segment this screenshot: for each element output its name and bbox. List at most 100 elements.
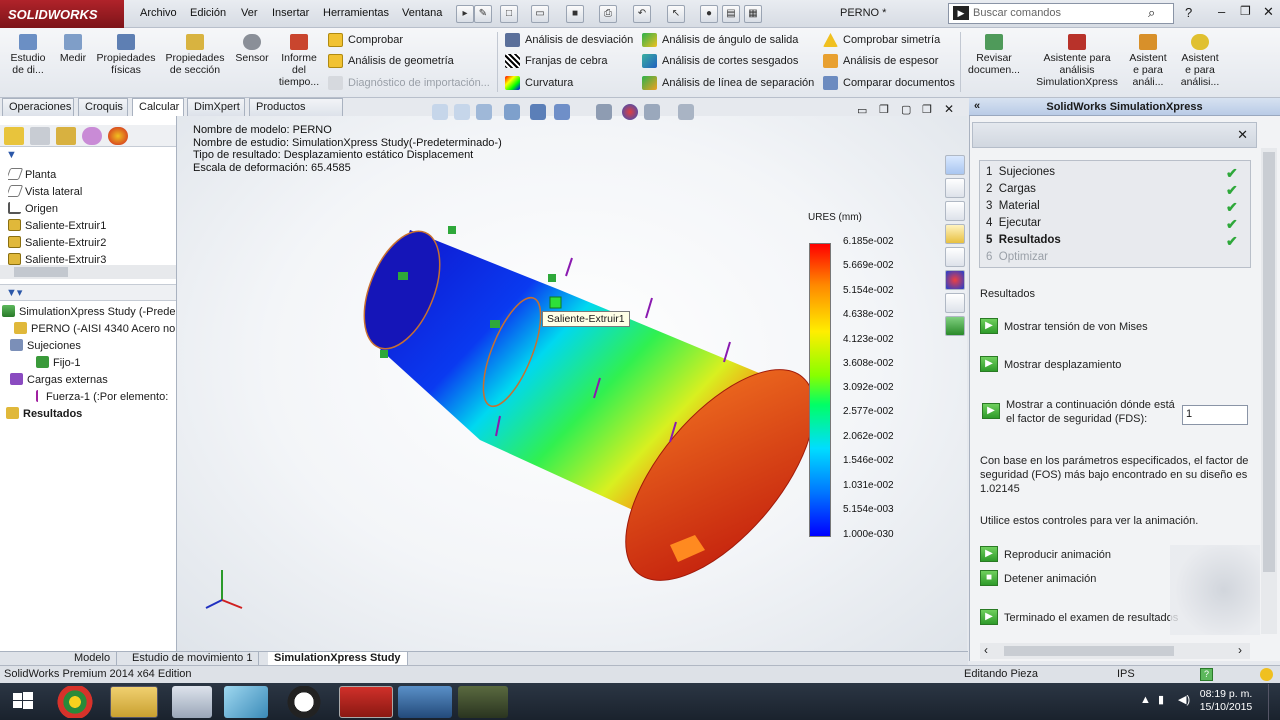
menu-ventana[interactable]: Ventana (402, 7, 442, 19)
design-library-icon[interactable] (945, 201, 965, 221)
feature-tree-icon[interactable] (4, 127, 24, 145)
print-icon[interactable]: ⎙ (599, 5, 617, 23)
simulationxpress-tab-icon[interactable] (945, 316, 965, 336)
viewport-close-icon[interactable]: ✕ (944, 102, 954, 116)
help-status-icon[interactable]: ? (1200, 668, 1213, 681)
tab-productos-office[interactable]: Productos Office (249, 98, 343, 129)
home-icon[interactable] (945, 178, 965, 198)
import-diagnostics-button[interactable]: Diagnóstico de importación... (328, 74, 490, 92)
solidworks-logo[interactable]: SOLIDWORKS (0, 0, 124, 28)
tree-item-sujeciones[interactable]: Sujeciones (2, 338, 176, 355)
viewport-restore-icon[interactable]: ❐ (879, 103, 889, 116)
search-icon[interactable]: ⌕ (1148, 5, 1155, 21)
rebuild-icon[interactable] (1260, 668, 1273, 681)
dimxpert-manager-icon[interactable] (82, 127, 102, 145)
filter-icon[interactable]: ▼▾ (6, 286, 22, 299)
close-icon[interactable]: ✕ (1263, 4, 1274, 20)
view-settings-icon[interactable] (678, 104, 694, 120)
tab-calcular[interactable]: Calcular (132, 98, 184, 116)
step-material[interactable]: 3 Material (986, 198, 1040, 215)
property-manager-icon[interactable] (30, 127, 50, 145)
tree-item-planta[interactable]: Planta (8, 167, 168, 184)
viewport-minimize-icon[interactable]: ▭ (857, 104, 867, 117)
help-icon[interactable]: ? (1185, 5, 1192, 20)
viewport-maximize-icon[interactable]: ▢ (901, 103, 911, 116)
display-manager-icon[interactable] (108, 127, 128, 145)
deviation-analysis-button[interactable]: Análisis de desviación (505, 31, 633, 49)
tree-item-fijo-1[interactable]: Fijo-1 (2, 355, 176, 372)
file-explorer-icon[interactable] (945, 224, 965, 244)
camera-app-icon[interactable] (458, 686, 508, 718)
tree-item-perno-material[interactable]: PERNO (-AISI 4340 Acero no (2, 321, 176, 338)
save-icon[interactable]: ■ (566, 5, 584, 23)
tree-item-origen[interactable]: Origen (8, 201, 168, 218)
bolt-model-3d[interactable] (360, 220, 810, 600)
resources-icon[interactable] (945, 155, 965, 175)
check-button[interactable]: Comprobar (328, 31, 403, 49)
step-ejecutar[interactable]: 4 Ejecutar (986, 215, 1041, 232)
collapse-pane-icon[interactable]: « (974, 100, 980, 112)
scroll-right-icon[interactable]: › (1238, 643, 1242, 657)
menu-archivo[interactable]: Archivo (140, 7, 177, 19)
scroll-thumb[interactable] (1004, 646, 1174, 656)
appearances-icon[interactable] (945, 270, 965, 290)
section-view-icon[interactable] (504, 104, 520, 120)
new-document-icon[interactable]: □ (500, 5, 518, 23)
tree-item-simulation-study[interactable]: SimulationXpress Study (-Prede (2, 304, 176, 321)
tab-dimxpert[interactable]: DimXpert (187, 98, 245, 116)
tree-item-resultados[interactable]: Resultados (2, 406, 176, 423)
show-desktop-button[interactable] (1268, 684, 1280, 720)
step-sujeciones[interactable]: 1 Sujeciones (986, 164, 1055, 181)
tree-item-vista-lateral[interactable]: Vista lateral (8, 184, 168, 201)
step-resultados[interactable]: 5 Resultados (986, 232, 1061, 249)
thickness-analysis-button[interactable]: Análisis de espesor (823, 52, 938, 70)
system-clock[interactable]: 08:19 p. m. 15/10/2015 (1196, 688, 1256, 714)
view-orientation-icon[interactable] (530, 104, 546, 120)
floxpress-wizard-button[interactable]: Asistent e para análi... (1126, 34, 1170, 88)
pin-icon[interactable]: ▸ (456, 5, 474, 23)
simulationxpress-wizard-button[interactable]: Asistente para análisis SimulationXpress (1033, 34, 1121, 88)
scroll-thumb[interactable] (14, 267, 68, 277)
sx-horizontal-scrollbar[interactable]: ‹ › (980, 643, 1250, 659)
screen-recorder-icon[interactable] (398, 686, 452, 718)
measure-button[interactable]: Medir (57, 34, 89, 64)
file-props-icon[interactable]: ▦ (744, 5, 762, 23)
tree-horizontal-scrollbar[interactable] (0, 265, 176, 279)
windows-start-icon[interactable] (0, 686, 46, 716)
open-folder-icon[interactable]: ▭ (531, 5, 549, 23)
notes-icon[interactable] (224, 686, 268, 718)
configuration-manager-icon[interactable] (56, 127, 76, 145)
pushpin-icon[interactable]: ✎ (474, 5, 492, 23)
design-checker-button[interactable]: Revisar documen... (965, 34, 1023, 76)
hide-show-icon[interactable] (596, 104, 612, 120)
dfmxpress-wizard-button[interactable]: Asistent e para análisi... (1178, 34, 1222, 88)
parting-line-analysis-button[interactable]: Análisis de línea de separación (642, 74, 814, 92)
select-arrow-icon[interactable]: ↖ (667, 5, 685, 23)
menu-edicion[interactable]: Edición (190, 7, 226, 19)
section-properties-button[interactable]: Propiedades de sección (163, 34, 227, 76)
fos-input[interactable]: 1 (1182, 405, 1248, 425)
tree-item-fuerza-1[interactable]: Fuerza-1 (:Por elemento: (2, 389, 176, 406)
tree-item-cargas-externas[interactable]: Cargas externas (2, 372, 176, 389)
compare-documents-button[interactable]: Comparar documentos (823, 74, 955, 92)
appearance-icon[interactable] (622, 104, 638, 120)
volume-icon[interactable]: ◀) (1178, 693, 1190, 706)
traffic-light-icon[interactable]: ● (700, 5, 718, 23)
viewport-tile-icon[interactable]: ❐ (922, 103, 932, 116)
solidworks-taskbar-icon[interactable] (339, 686, 393, 718)
undercut-analysis-button[interactable]: Análisis de cortes sesgados (642, 52, 798, 70)
file-explorer-taskbar-icon[interactable] (110, 686, 158, 718)
sx-vertical-scrollbar[interactable] (1261, 148, 1277, 634)
view-palette-icon[interactable] (945, 247, 965, 267)
display-style-icon[interactable] (554, 104, 570, 120)
report-button[interactable]: Informe del tiempo... (277, 34, 321, 88)
tree-item-saliente-extruir1[interactable]: Saliente-Extruir1 (8, 218, 168, 235)
restore-icon[interactable]: ❐ (1240, 4, 1251, 18)
zoom-to-fit-icon[interactable] (432, 104, 448, 120)
close-icon[interactable]: ✕ (1237, 127, 1248, 143)
tab-estudio-movimiento[interactable]: Estudio de movimiento 1 (126, 652, 260, 666)
previous-view-icon[interactable] (476, 104, 492, 120)
zoom-area-icon[interactable] (454, 104, 470, 120)
tab-modelo[interactable]: Modelo (68, 652, 118, 666)
study-button[interactable]: Estudio de di... (8, 34, 48, 76)
